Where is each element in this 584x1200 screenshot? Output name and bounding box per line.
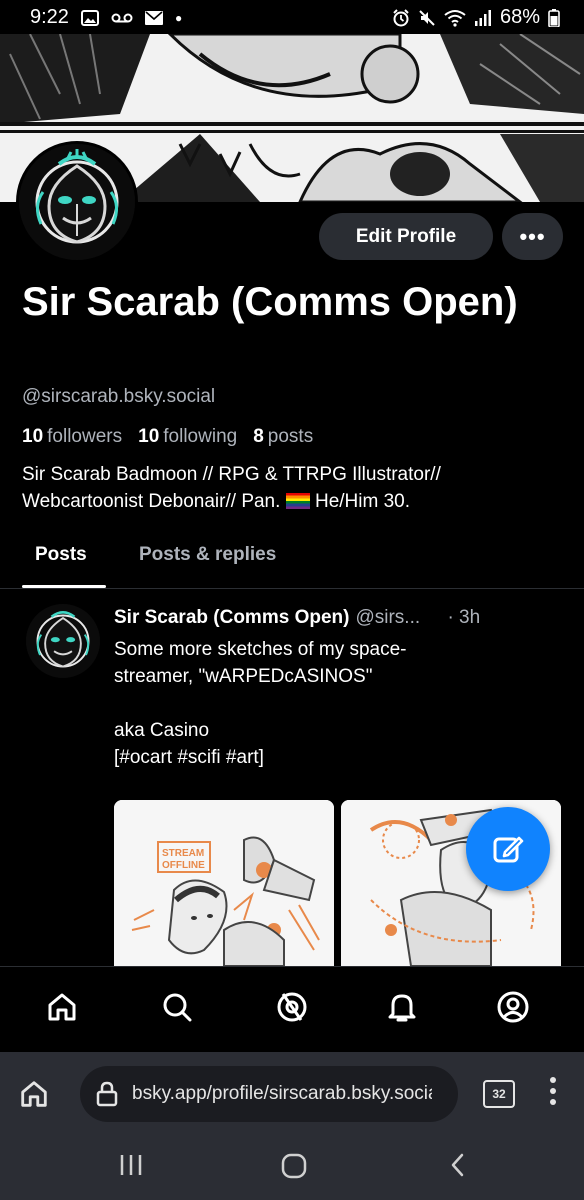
active-tab-indicator (22, 585, 106, 588)
sketch-text-stream: STREAM (162, 848, 204, 859)
bottom-navigation (0, 966, 584, 1053)
wifi-icon (444, 9, 466, 27)
more-options-button[interactable]: ••• (502, 213, 563, 260)
edit-profile-button[interactable]: Edit Profile (319, 213, 493, 260)
bio-line-2: Webcartoonist Debonair// Pan. He/Him 30. (22, 491, 410, 512)
back-icon (451, 1153, 464, 1177)
home-icon (48, 993, 76, 1021)
dot-icon: ● (174, 10, 183, 25)
search-icon (163, 993, 192, 1022)
scarab-avatar-art (26, 604, 100, 678)
profile-handle: @sirscarab.bsky.social (22, 386, 216, 407)
recent-apps-button[interactable] (118, 1152, 144, 1183)
nav-home[interactable] (42, 987, 82, 1027)
profile-tabs: Posts Posts & replies (0, 530, 584, 589)
tab-posts[interactable]: Posts (35, 544, 87, 566)
more-vert-icon (550, 1077, 556, 1105)
compose-icon (493, 836, 524, 863)
post-timestamp[interactable]: · 3h (447, 607, 480, 629)
feeds-icon (277, 992, 307, 1022)
following-link[interactable]: 10 following (138, 426, 237, 448)
browser-menu-button[interactable] (548, 1076, 558, 1106)
gallery-icon (80, 9, 99, 26)
pride-flag-icon (285, 493, 310, 509)
following-count: 10 (138, 426, 160, 447)
scarab-avatar-art (19, 144, 135, 260)
sketch-text-offline: OFFLINE (162, 860, 205, 871)
profile-bio: Sir Scarab Badmoon // RPG & TTRPG Illust… (22, 461, 562, 515)
followers-link[interactable]: 10 followers (22, 426, 122, 448)
nav-notifications[interactable] (382, 987, 422, 1027)
system-back-button[interactable] (448, 1152, 468, 1183)
post-author-name[interactable]: Sir Scarab (Comms Open) (114, 607, 349, 629)
post-image-1[interactable]: STREAM OFFLINE (114, 800, 334, 966)
followers-label: followers (47, 426, 123, 447)
system-home-button[interactable] (280, 1152, 308, 1185)
mail-icon (144, 10, 163, 25)
status-time: 9:22 (30, 6, 69, 28)
posts-stat: 8 posts (253, 426, 313, 448)
battery-percent: 68% (499, 6, 540, 28)
profile-icon (497, 991, 529, 1023)
posts-label: posts (267, 426, 314, 447)
home-circle-icon (281, 1153, 307, 1179)
compose-post-button[interactable] (466, 807, 550, 891)
profile-stats: 10 followers 10 following 8 posts (22, 426, 313, 448)
system-navigation-bar (0, 1138, 584, 1200)
sketch-image-1: STREAM OFFLINE (114, 800, 334, 966)
notifications-icon (388, 994, 416, 1022)
address-bar[interactable]: bsky.app/profile/sirscarab.bsky.social (80, 1066, 458, 1122)
browser-home-button[interactable] (18, 1078, 50, 1115)
battery-icon (548, 8, 560, 27)
lock-icon[interactable] (96, 1081, 118, 1107)
recents-icon (120, 1155, 142, 1175)
posts-count: 8 (253, 426, 264, 447)
voicemail-icon (111, 13, 133, 22)
mute-icon (419, 9, 435, 26)
status-bar: 9:22 ● 68% (0, 0, 584, 34)
followers-count: 10 (22, 426, 44, 447)
ellipsis-icon: ••• (519, 223, 546, 249)
avatar[interactable] (16, 141, 138, 263)
signal-icon (474, 9, 491, 26)
home-icon (21, 1081, 47, 1107)
alarm-icon (393, 8, 409, 26)
browser-toolbar: bsky.app/profile/sirscarab.bsky.social 3… (0, 1052, 584, 1138)
post-header: Sir Scarab (Comms Open) @sirs... · 3h (114, 607, 534, 629)
tab-posts-and-replies[interactable]: Posts & replies (139, 544, 276, 566)
following-label: following (163, 426, 238, 447)
nav-search[interactable] (157, 987, 197, 1027)
post-author-handle[interactable]: @sirs... (355, 607, 435, 629)
nav-feeds[interactable] (272, 987, 312, 1027)
bio-line-1: Sir Scarab Badmoon // RPG & TTRPG Illust… (22, 464, 441, 485)
display-name: Sir Scarab (Comms Open) (22, 280, 518, 324)
tab-switcher-button[interactable]: 32 (483, 1080, 515, 1108)
post-body: Some more sketches of my space- streamer… (114, 639, 407, 768)
post-author-avatar[interactable] (26, 604, 100, 678)
nav-profile[interactable] (493, 987, 533, 1027)
url-text: bsky.app/profile/sirscarab.bsky.social (132, 1083, 432, 1104)
